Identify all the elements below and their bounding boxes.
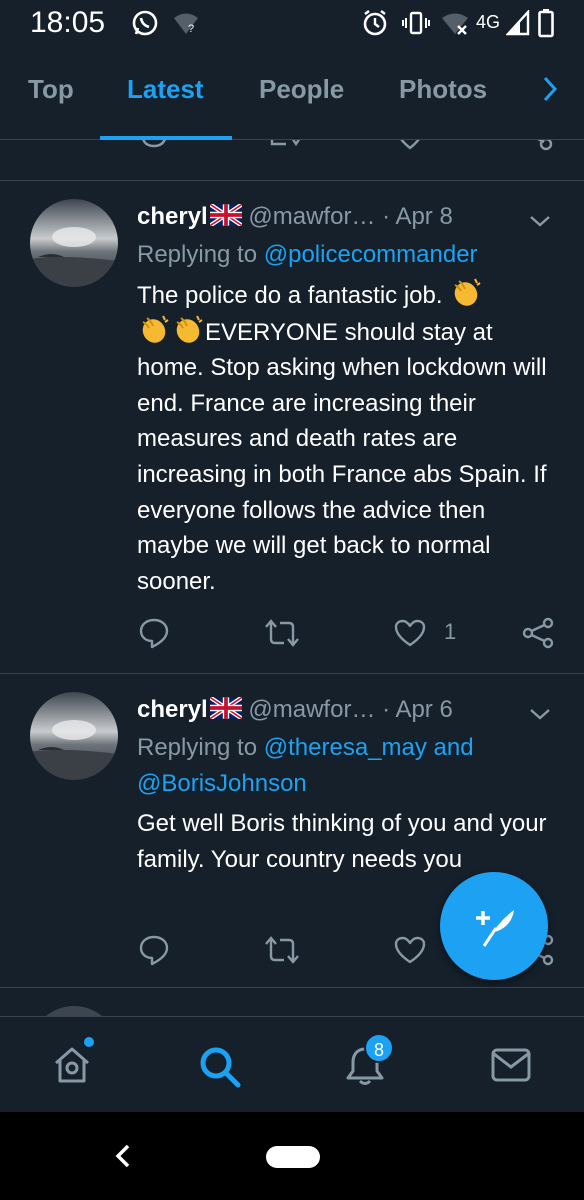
clapping-hands-icon xyxy=(137,314,171,344)
notifications-badge: 8 xyxy=(364,1033,394,1063)
retweet-icon[interactable] xyxy=(266,140,302,159)
tweet-text-part: EVERYONE should stay at home. Stop askin… xyxy=(137,318,547,595)
replying-to: Replying to @theresa_may and @BorisJohns… xyxy=(137,730,547,802)
chevron-down-icon[interactable] xyxy=(528,702,552,726)
wifi-unknown-icon: ? xyxy=(172,12,200,41)
mention-link[interactable]: @BorisJohnson xyxy=(137,770,307,797)
compose-tweet-button[interactable] xyxy=(440,872,548,980)
avatar[interactable] xyxy=(30,1006,118,1016)
tweet-date[interactable]: · Apr 8 xyxy=(382,203,453,230)
tab-latest[interactable]: Latest xyxy=(127,74,204,105)
handle[interactable]: @mawfor… xyxy=(248,696,375,723)
uk-flag-icon xyxy=(208,695,243,721)
alarm-icon xyxy=(362,9,388,42)
share-icon[interactable] xyxy=(522,140,554,159)
uk-flag-icon xyxy=(208,202,243,228)
wifi-off-icon xyxy=(440,12,470,41)
mention-link[interactable]: @theresa_may and xyxy=(264,734,474,761)
share-icon[interactable] xyxy=(522,617,554,654)
clapping-hands-icon xyxy=(171,314,205,344)
like-count: 1 xyxy=(444,619,457,644)
retweet-icon[interactable] xyxy=(264,619,300,652)
replying-to-label: Replying to xyxy=(137,734,264,761)
tweet-text: The police do a fantastic job. EVERYONE … xyxy=(137,277,547,599)
avatar[interactable] xyxy=(30,199,118,287)
handle[interactable]: @mawfor… xyxy=(248,203,375,230)
previous-tweet-actions xyxy=(0,140,584,172)
reply-icon[interactable] xyxy=(138,140,170,159)
chevron-down-icon[interactable] xyxy=(528,209,552,233)
bottom-navigation: 8 xyxy=(0,1016,584,1112)
vibrate-icon xyxy=(402,10,430,41)
whatsapp-icon xyxy=(130,8,160,43)
like-icon[interactable] xyxy=(394,936,426,969)
status-bar: 18:05 ? 4G xyxy=(0,0,584,46)
compose-feather-icon xyxy=(476,910,514,947)
display-name[interactable]: cheryl xyxy=(137,696,208,723)
system-navigation-bar xyxy=(0,1112,584,1200)
like-icon[interactable] xyxy=(394,140,426,159)
tweet-actions: 1 xyxy=(0,617,584,657)
mention-link[interactable]: @policecommander xyxy=(264,241,478,268)
tweet-text: Get well Boris thinking of you and your … xyxy=(137,810,547,873)
svg-text:?: ? xyxy=(188,23,194,35)
chevron-right-icon[interactable] xyxy=(535,74,565,104)
search-tabs: Top Latest People Photos xyxy=(0,46,584,140)
tab-people[interactable]: People xyxy=(259,74,344,105)
display-name[interactable]: cheryl xyxy=(137,203,208,230)
battery-icon xyxy=(538,8,554,43)
tweet[interactable] xyxy=(0,988,584,1016)
clapping-hands-icon xyxy=(449,277,483,307)
reply-icon[interactable] xyxy=(138,617,170,654)
tab-photos[interactable]: Photos xyxy=(399,74,487,105)
avatar[interactable] xyxy=(30,692,118,780)
reply-icon[interactable] xyxy=(138,934,170,971)
status-time: 18:05 xyxy=(30,6,106,39)
tweet[interactable]: cheryl @mawfor… · Apr 8 Replying to @pol… xyxy=(0,181,584,673)
home-icon[interactable] xyxy=(52,1045,92,1090)
tab-top[interactable]: Top xyxy=(28,74,74,105)
retweet-icon[interactable] xyxy=(264,936,300,969)
replying-to-label: Replying to xyxy=(137,241,264,268)
like-icon[interactable] xyxy=(394,619,426,652)
tweet-header: cheryl @mawfor… · Apr 6 xyxy=(137,695,453,724)
signal-icon xyxy=(505,8,530,41)
messages-envelope-icon[interactable] xyxy=(490,1045,532,1090)
replying-to: Replying to @policecommander xyxy=(137,237,547,273)
home-notification-dot xyxy=(82,1035,96,1049)
tweet-header: cheryl @mawfor… · Apr 8 xyxy=(137,202,453,231)
tweet-date[interactable]: · Apr 6 xyxy=(382,696,453,723)
search-icon[interactable] xyxy=(198,1045,242,1094)
home-gesture-pill[interactable] xyxy=(266,1146,320,1168)
tweet-text-part: The police do a fantastic job. xyxy=(137,282,443,309)
network-type: 4G xyxy=(476,12,501,32)
back-icon[interactable] xyxy=(112,1142,134,1170)
